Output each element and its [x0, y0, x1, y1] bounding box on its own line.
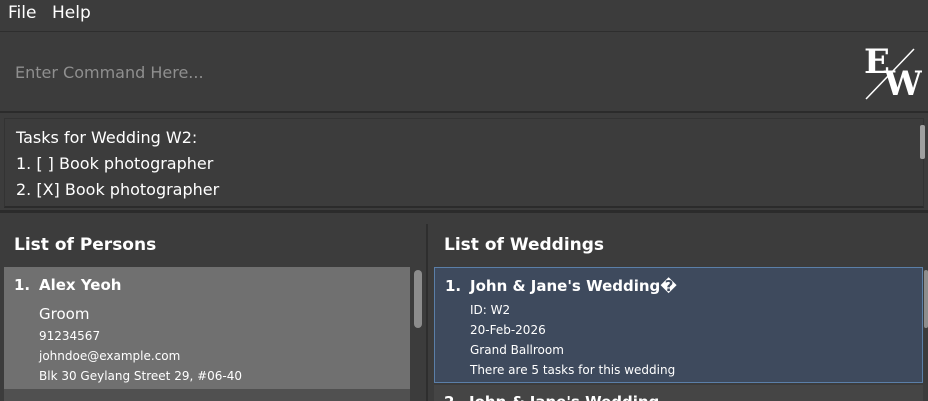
wedding-id: ID: W2 [470, 303, 511, 317]
wedding-date: 20-Feb-2026 [470, 323, 546, 337]
wedding-tasks: There are 5 tasks for this wedding [470, 363, 676, 377]
result-line: Tasks for Wedding W2: [16, 128, 198, 147]
person-email: johndoe@example.com [39, 349, 181, 363]
section-divider [0, 210, 928, 213]
command-box: E W [0, 31, 928, 113]
app-logo-icon: E W [864, 43, 922, 103]
weddings-panel-title: List of Weddings [444, 235, 605, 255]
menu-help[interactable]: Help [52, 3, 91, 23]
menu-bar: File Help [0, 0, 928, 30]
wedding-venue: Grand Ballroom [470, 343, 564, 357]
persons-scrollbar[interactable] [414, 270, 422, 328]
weddings-panel: List of Weddings 1. John & Jane's Weddin… [428, 215, 928, 401]
logo-w: W [883, 64, 922, 103]
person-card[interactable]: 1. Alex Yeoh Groom 91234567 johndoe@exam… [4, 267, 410, 389]
result-display: Tasks for Wedding W2: 1. [ ] Book photog… [4, 118, 925, 208]
result-scrollbar[interactable] [920, 125, 925, 159]
wedding-card[interactable]: 2. John & Jane's Wedding [434, 385, 923, 401]
wedding-card[interactable]: 1. John & Jane's Wedding� ID: W2 20-Feb-… [434, 267, 923, 383]
menu-file[interactable]: File [8, 3, 36, 23]
weddings-scrollbar[interactable] [924, 270, 928, 328]
person-phone: 91234567 [39, 329, 101, 343]
result-line: 2. [X] Book photographer [16, 180, 220, 199]
person-role: Groom [39, 305, 90, 323]
person-name: Alex Yeoh [39, 276, 122, 294]
person-address: Blk 30 Geylang Street 29, #06-40 [39, 369, 243, 383]
person-card[interactable] [4, 389, 410, 401]
wedding-index: 1. [445, 277, 462, 295]
command-input[interactable] [0, 54, 820, 90]
wedding-name: John & Jane's Wedding� [470, 277, 677, 295]
persons-panel-title: List of Persons [14, 235, 157, 255]
wedding-name: John & Jane's Wedding [469, 393, 659, 401]
persons-panel: List of Persons 1. Alex Yeoh Groom 91234… [0, 215, 426, 401]
person-index: 1. [14, 276, 31, 294]
wedding-index: 2. [444, 393, 460, 401]
result-line: 1. [ ] Book photographer [16, 154, 214, 173]
